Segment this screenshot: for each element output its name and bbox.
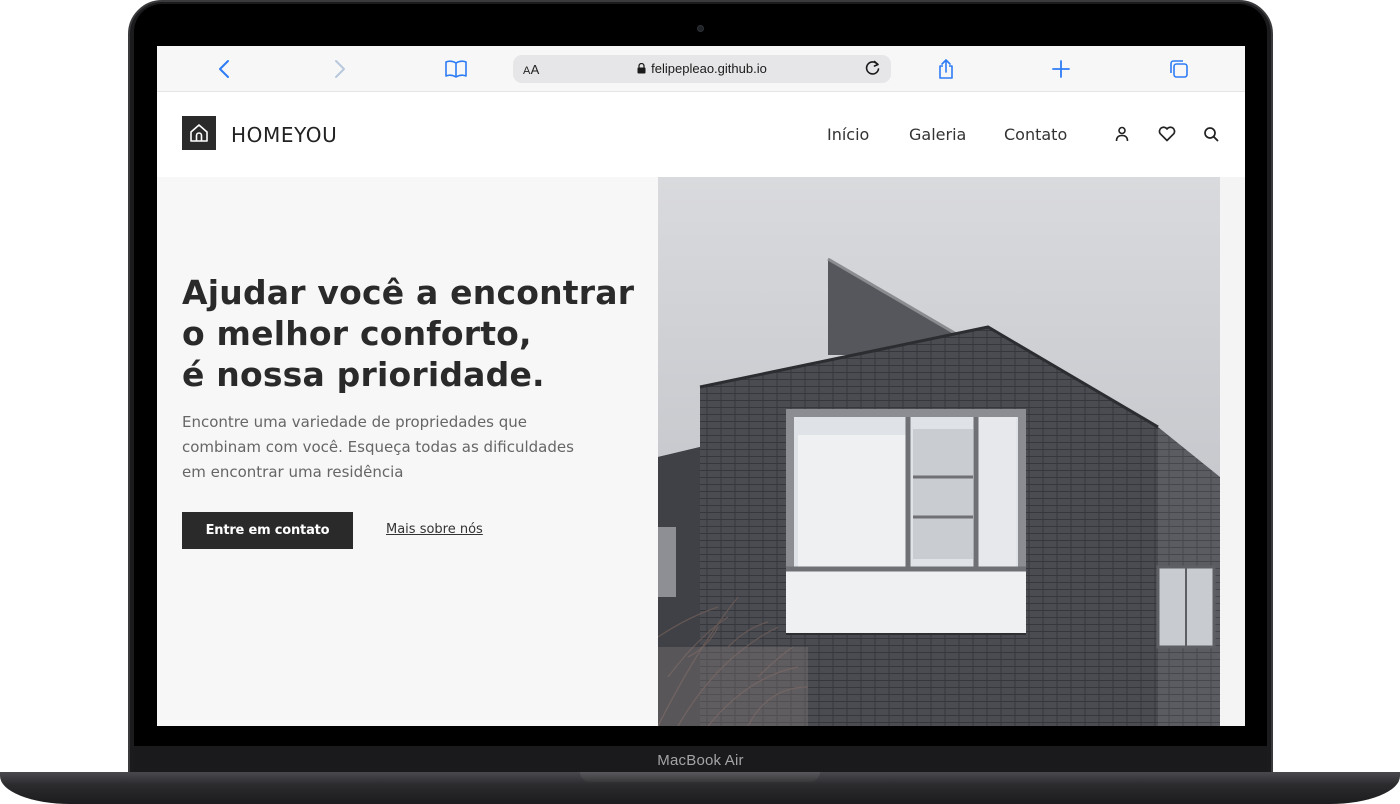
forward-icon[interactable] <box>329 58 351 80</box>
back-icon[interactable] <box>213 58 235 80</box>
hero-title: Ajudar você a encontrar o melhor confort… <box>182 273 635 394</box>
home-logo-icon[interactable] <box>182 116 216 150</box>
contact-button[interactable]: Entre em contato <box>182 512 353 549</box>
browser-toolbar: AA felipepleao.github.io <box>157 46 1245 92</box>
nav-link-inicio[interactable]: Início <box>827 125 869 144</box>
bookmarks-icon[interactable] <box>444 58 468 80</box>
search-icon[interactable] <box>1201 124 1221 144</box>
hero-building-image <box>658 177 1220 726</box>
nav-link-galeria[interactable]: Galeria <box>909 125 966 144</box>
camera-icon <box>697 25 704 32</box>
reload-icon[interactable] <box>865 60 881 81</box>
laptop-hinge-notch <box>580 772 820 782</box>
laptop-chin: MacBook Air <box>134 746 1267 774</box>
site-header: HOMEYOU Início Galeria Contato <box>157 92 1245 177</box>
address-bar[interactable]: AA felipepleao.github.io <box>513 55 891 83</box>
new-tab-icon[interactable] <box>1050 58 1072 80</box>
hero-subtitle: Encontre uma variedade de propriedades q… <box>182 413 574 481</box>
device-label: MacBook Air <box>657 751 744 769</box>
share-icon[interactable] <box>935 58 957 80</box>
heart-icon[interactable] <box>1157 124 1177 144</box>
tabs-overview-icon[interactable] <box>1168 58 1190 80</box>
brand-name[interactable]: HOMEYOU <box>231 123 337 147</box>
url-text: felipepleao.github.io <box>651 61 767 76</box>
hero-right-margin <box>1220 177 1245 726</box>
browser-screen: AA felipepleao.github.io HOMEYOU Início … <box>157 46 1245 726</box>
nav-link-contato[interactable]: Contato <box>1004 125 1067 144</box>
lock-icon <box>637 62 646 77</box>
user-icon[interactable] <box>1112 124 1132 144</box>
about-link[interactable]: Mais sobre nós <box>386 522 483 537</box>
